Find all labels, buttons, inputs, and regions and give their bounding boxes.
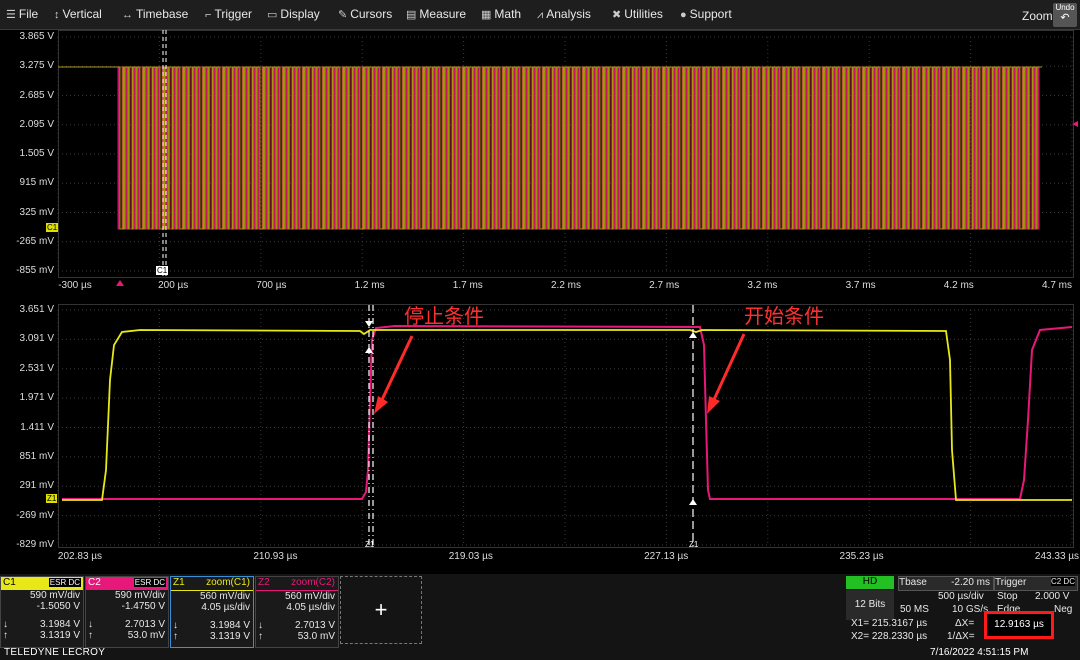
y-tick-label: -829 mV: [16, 539, 54, 550]
add-trace-button[interactable]: +: [340, 576, 422, 644]
c2-header: C2 ESR DC: [86, 577, 168, 590]
inverse-delta-x-label: 1/ΔX=: [947, 631, 975, 642]
z2-source: zoom(C2): [291, 577, 335, 588]
date-time: 7/16/2022 4:51:15 PM: [930, 647, 1029, 658]
y-tick-label: 851 mV: [19, 450, 54, 462]
red-arrow-stop: [374, 335, 414, 414]
y-tick-label: -269 mV: [16, 509, 54, 521]
bits-readout: 12 Bits: [846, 590, 894, 620]
zoom-waveform-svg: [57, 305, 1073, 546]
y-tick-label: 3.091 V: [19, 333, 54, 345]
tbase-value: -2.20 ms: [951, 577, 990, 588]
sample-rate: 10 GS/s: [952, 604, 989, 615]
hd-badge[interactable]: HD: [846, 576, 894, 589]
z2-header: Z2 zoom(C2): [256, 577, 338, 591]
z1-source: zoom(C1): [206, 577, 250, 588]
tbase-label: Tbase: [899, 577, 927, 588]
z2-cursor-v2: 53.0 mV: [297, 631, 335, 642]
trigger-level: 2.000 V: [1035, 591, 1070, 602]
cursor-x2-readout: X2= 228.2330 µs: [851, 631, 928, 642]
start-condition-annotation: 开始条件: [744, 304, 824, 328]
delta-x-label: ΔX=: [955, 618, 975, 629]
x-tick-label: 227.13 µs: [644, 551, 689, 562]
status-panel: C1 ESR DC 590 mV/div -1.5050 V ↓ 3.1984 V …: [0, 574, 1080, 660]
zoom-cursor-2-tag[interactable]: Z1: [688, 540, 699, 549]
down-arrow-icon: ↓: [88, 619, 93, 630]
z1-tdiv: 4.05 µs/div: [201, 602, 250, 613]
up-arrow-icon: ↑: [258, 631, 263, 642]
c2-badges: ESR DC: [133, 578, 166, 587]
zoom-z1-box[interactable]: Z1 zoom(C1) 560 mV/div 4.05 µs/div ↓ 3.198…: [170, 576, 254, 648]
delta-x-value: 12.9163 µs: [984, 611, 1054, 639]
sample-points: 50 MS: [900, 604, 929, 615]
stop-condition-annotation: 停止条件: [404, 304, 484, 328]
c1-offset: -1.5050 V: [36, 601, 80, 612]
down-arrow-icon: ↓: [3, 619, 8, 630]
trigger-slope: Neg: [1054, 604, 1073, 615]
c1-cursor-v2: 3.1319 V: [39, 630, 80, 641]
z2-vdiv: 560 mV/div: [284, 591, 335, 602]
y-tick-label: 2.531 V: [19, 362, 54, 374]
c1-badges: ESR DC: [48, 578, 81, 587]
channel-c1-box[interactable]: C1 ESR DC 590 mV/div -1.5050 V ↓ 3.1984 V …: [0, 576, 84, 648]
y-tick-label: 1.411 V: [20, 421, 54, 433]
c1-vdiv: 590 mV/div: [29, 590, 80, 601]
z1-ground-tag[interactable]: Z1: [46, 494, 58, 503]
c2-offset: -1.4750 V: [121, 601, 165, 612]
cursor-x1-readout: X1= 215.3167 µs: [851, 618, 928, 629]
x-tick-label: 243.33 µs: [1034, 551, 1080, 562]
y-tick-label: 3.651 V: [19, 304, 54, 315]
up-arrow-icon: ↑: [88, 630, 93, 641]
down-arrow-icon: ↓: [173, 620, 178, 631]
plus-icon: +: [374, 597, 388, 622]
x-tick-label: 219.03 µs: [448, 551, 493, 562]
red-arrow-start: [707, 333, 746, 414]
c2-name: C2: [88, 577, 101, 588]
c2-cursor-v1: 2.7013 V: [124, 619, 165, 630]
trigger-header[interactable]: Trigger C2 DC: [994, 576, 1078, 591]
timebase-tdiv: 500 µs/div: [938, 591, 984, 602]
zoom-cursor-1-tag[interactable]: Z1: [364, 540, 375, 549]
c2-cursor-v2: 53.0 mV: [127, 630, 165, 641]
z1-vdiv: 560 mV/div: [199, 591, 250, 602]
z2-name: Z2: [258, 577, 270, 588]
bottom-gridlines: [57, 309, 1073, 546]
c1-cursor-v1: 3.1984 V: [39, 619, 80, 630]
trigger-label: Trigger: [995, 577, 1027, 588]
zoom-z2-box[interactable]: Z2 zoom(C2) 560 mV/div 4.05 µs/div ↓ 2.701…: [255, 576, 339, 648]
c1-header: C1 ESR DC: [1, 577, 83, 590]
z1-header: Z1 zoom(C1): [171, 577, 253, 591]
c1-name: C1: [3, 577, 16, 588]
cursor-arrows: [365, 321, 697, 505]
channel-c2-box[interactable]: C2 ESR DC 590 mV/div -1.4750 V ↓ 2.7013 V …: [85, 576, 169, 648]
trigger-badge: C2 DC: [1050, 577, 1075, 586]
z1-cursor-v2: 3.1319 V: [209, 631, 250, 642]
y-tick-label: 291 mV: [19, 480, 54, 492]
up-arrow-icon: ↑: [173, 631, 178, 642]
teledyne-lecroy-logo: TELEDYNE LECROY: [4, 647, 106, 658]
z2-cursor-v1: 2.7013 V: [294, 620, 335, 631]
timebase-header[interactable]: Tbase -2.20 ms: [898, 576, 994, 591]
up-arrow-icon: ↑: [3, 630, 8, 641]
z1-cursor-v1: 3.1984 V: [209, 620, 250, 631]
z1-name: Z1: [173, 577, 185, 588]
z1-yellow-trace: [62, 329, 1072, 501]
z2-tdiv: 4.05 µs/div: [286, 602, 335, 613]
trigger-mode: Stop: [997, 591, 1018, 602]
x-tick-label: 210.93 µs: [253, 551, 298, 562]
x-tick-label: 202.83 µs: [57, 551, 103, 562]
down-arrow-icon: ↓: [258, 620, 263, 631]
x-tick-label: 235.23 µs: [839, 551, 884, 562]
z2-pink-trace: [62, 324, 1073, 500]
c2-vdiv: 590 mV/div: [114, 590, 165, 601]
y-tick-label: 1.971 V: [19, 392, 54, 404]
